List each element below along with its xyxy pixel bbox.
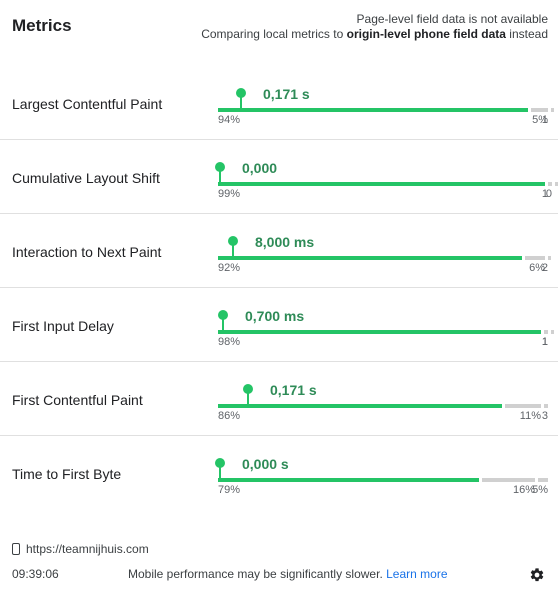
metric-name: Interaction to Next Paint [12,244,162,260]
metric-row: Largest Contentful Paint 94% 5% 1 0,171 s [0,66,558,140]
notice-line-2: Comparing local metrics to origin-level … [201,27,548,42]
good-percent: 86% [218,410,241,422]
needs-improvement-segment [525,256,545,260]
distribution-bar: 92% 6% 2 8,000 ms [218,214,551,288]
metric-name: Cumulative Layout Shift [12,170,160,186]
page-title: Metrics [12,16,72,35]
poor-segment [551,108,554,112]
good-segment [218,478,479,482]
good-segment [218,182,545,186]
metric-row: Time to First Byte 79% 16% 5% 0,000 s [0,436,558,510]
good-percent: 98% [218,336,241,348]
poor-percent: 1 [541,188,548,200]
poor-segment [548,256,551,260]
distribution-track [218,404,548,408]
distribution-bar: 86% 11% 3 0,171 s [218,362,548,436]
local-value-marker [236,88,246,98]
local-metric-value: 0,700 ms [245,308,305,324]
good-percent: 92% [218,262,241,274]
local-metric-value: 0,000 s [242,456,289,472]
local-value-marker [218,310,228,320]
poor-percent: 1 [541,114,548,126]
page-url: https://teamnijhuis.com [26,542,149,556]
phone-icon [12,543,20,555]
local-value-marker [215,458,225,468]
local-metric-value: 8,000 ms [255,234,315,250]
distribution-track [218,108,554,112]
metric-row: Cumulative Layout Shift 99% 0 1 0,000 [0,140,558,214]
good-segment [218,108,528,112]
needs-improvement-segment [531,108,548,112]
distribution-bar: 79% 16% 5% 0,000 s [215,436,548,510]
notice-prefix: Comparing local metrics to [201,27,347,41]
distribution-bar: 99% 0 1 0,000 [215,140,558,214]
local-metric-value: 0,171 s [263,86,310,102]
distribution-bar: 94% 5% 1 0,171 s [218,66,554,140]
gear-icon[interactable] [529,567,545,583]
needs-improvement-percent: 11% [519,410,541,422]
distribution-bar: 98% 1 1 0,700 ms [218,288,554,362]
learn-more-link[interactable]: Learn more [386,567,447,581]
metric-name: Largest Contentful Paint [12,96,163,112]
poor-segment [538,478,548,482]
distribution-track [218,182,558,186]
good-segment [218,256,522,260]
needs-improvement-segment [505,404,541,408]
metric-name: Time to First Byte [12,466,122,482]
local-metric-value: 0,000 [242,160,278,176]
distribution-track [218,478,548,482]
metric-list: Largest Contentful Paint 94% 5% 1 0,171 s Cum… [0,66,558,510]
local-value-marker [215,162,225,172]
poor-percent: 1 [541,336,548,348]
metrics-header: Metrics Page-level field data is not ava… [0,0,558,60]
timestamp: 09:39:06 [12,567,59,581]
performance-message: Mobile performance may be significantly … [128,567,383,581]
poor-percent: 5% [532,484,548,496]
poor-segment [551,330,554,334]
metric-name: First Contentful Paint [12,392,143,408]
notice-line-1: Page-level field data is not available [356,12,548,26]
distribution-track [218,330,554,334]
metric-row: Interaction to Next Paint 92% 6% 2 8,000 ms [0,214,558,288]
poor-percent: 2 [541,262,548,274]
footer-url-row: https://teamnijhuis.com [12,542,149,556]
notice-bold: origin-level phone field data [346,27,506,41]
distribution-track [218,256,551,260]
good-percent: 79% [218,484,241,496]
good-segment [218,330,541,334]
needs-improvement-segment [548,182,552,186]
needs-improvement-segment [544,330,548,334]
good-segment [218,404,502,408]
metric-name: First Input Delay [12,318,114,334]
metric-row: First Contentful Paint 86% 11% 3 0,171 s [0,362,558,436]
good-percent: 99% [218,188,241,200]
good-percent: 94% [218,114,241,126]
poor-percent: 3 [541,410,548,422]
local-value-marker [228,236,238,246]
poor-segment [544,404,548,408]
local-value-marker [243,384,253,394]
metric-row: First Input Delay 98% 1 1 0,700 ms [0,288,558,362]
field-data-notice: Page-level field data is not available C… [201,12,548,42]
performance-note: Mobile performance may be significantly … [128,567,448,581]
needs-improvement-segment [482,478,535,482]
notice-suffix: instead [505,27,548,41]
local-metric-value: 0,171 s [270,382,317,398]
